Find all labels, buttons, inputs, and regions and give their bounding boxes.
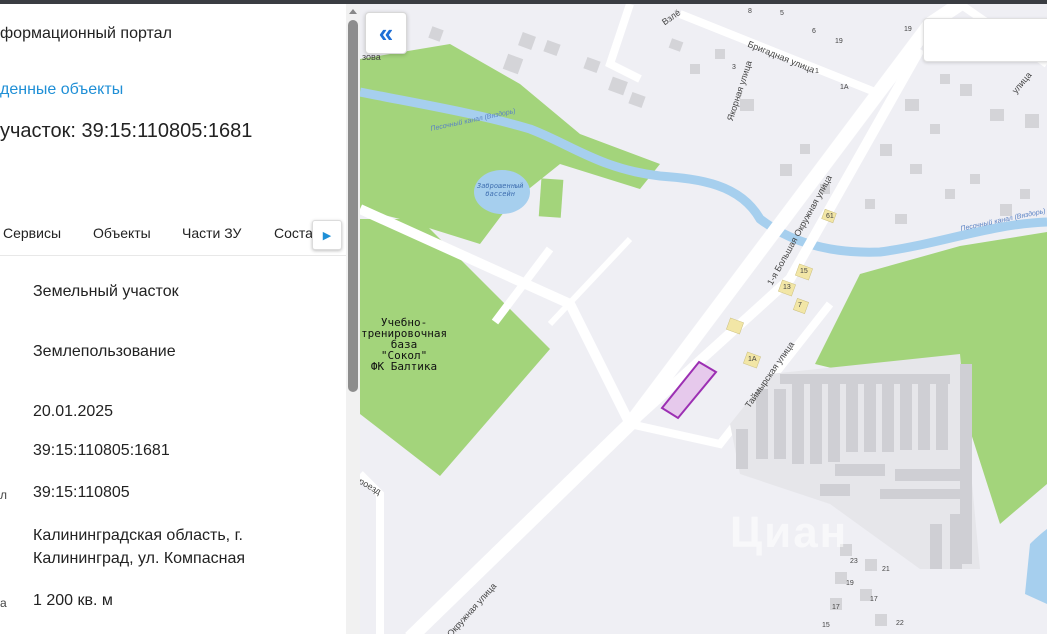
info-panel: формационный портал денные объекты участ… <box>0 4 360 634</box>
caret-right-icon: ▶ <box>322 229 332 242</box>
double-chevron-left-icon: « <box>378 17 394 48</box>
house-number: 13 <box>783 284 791 291</box>
tab-scroll-right-button[interactable]: ▶ <box>312 220 342 250</box>
detail-label-quarter: л <box>0 488 8 502</box>
house-number: 1А <box>840 84 849 91</box>
house-number: 17 <box>870 596 878 603</box>
scroll-up-arrow-icon[interactable] <box>349 9 357 14</box>
lake-right <box>1025 529 1047 604</box>
map-search-input[interactable] <box>932 19 1046 59</box>
house-number: 19 <box>835 38 843 45</box>
collapse-panel-button[interactable]: « <box>365 12 407 54</box>
house-number: 21 <box>882 566 890 573</box>
tab-bar: Сервисы Объекты Части ЗУ Соста ▶ <box>0 218 350 256</box>
road-short-1 <box>491 246 554 325</box>
house-number: 61 <box>826 213 834 220</box>
found-objects-link[interactable]: денные объекты <box>0 81 123 99</box>
panel-scrollbar-thumb[interactable] <box>348 20 358 392</box>
portal-title: формационный портал <box>0 25 172 42</box>
detail-label-area: а <box>0 596 7 610</box>
house-number: 23 <box>850 558 858 565</box>
pond-label: Заброшенный бассейн <box>477 182 524 198</box>
small-green-plot <box>538 178 564 218</box>
forest-area <box>360 44 660 244</box>
parcel-title: участок: 39:15:110805:1681 <box>0 120 253 142</box>
detail-value-cadastral-quarter: 39:15:110805 <box>33 484 130 501</box>
house-number: 5 <box>780 10 784 17</box>
road-north-1 <box>605 4 642 83</box>
map-canvas <box>360 4 1047 634</box>
house-number: 17 <box>832 604 840 611</box>
house-number: 1 <box>815 68 819 75</box>
tab-services[interactable]: Сервисы <box>3 225 61 241</box>
address-line-1: Калининградская область, г. <box>33 527 243 544</box>
house-number: 8 <box>748 8 752 15</box>
house-number: 22 <box>896 620 904 627</box>
cian-watermark: Циан <box>730 508 849 557</box>
detail-value-address: Калининградская область, г. Калининград,… <box>33 524 245 570</box>
road-short-2 <box>547 236 633 327</box>
tab-composition[interactable]: Соста <box>274 225 313 241</box>
house-number: 7 <box>798 302 802 309</box>
tab-objects[interactable]: Объекты <box>93 225 151 241</box>
detail-value-cadastral-number: 39:15:110805:1681 <box>33 442 170 459</box>
tab-parcel-parts[interactable]: Части ЗУ <box>182 225 241 241</box>
house-number: 15 <box>800 268 808 275</box>
road-left-bottom <box>360 471 384 634</box>
house-number: 15 <box>822 622 830 629</box>
map-view[interactable]: Учебно- тренировочная база "Сокол" ФК Ба… <box>360 4 1047 634</box>
house-number: 19 <box>846 580 854 587</box>
detail-value-subtype: Землепользование <box>33 343 176 360</box>
detail-value-date: 20.01.2025 <box>33 403 114 420</box>
house-number: 1А <box>748 356 757 363</box>
poi-sokol-label[interactable]: Учебно- тренировочная база "Сокол" ФК Ба… <box>361 317 447 372</box>
map-search-box[interactable] <box>923 18 1047 62</box>
house-number: 6 <box>812 28 816 35</box>
house-number: 3 <box>732 64 736 71</box>
address-line-2: Калининград, ул. Компасная <box>33 550 246 567</box>
detail-value-area: 1 200 кв. м <box>33 592 113 609</box>
detail-value-type: Земельный участок <box>33 283 179 300</box>
house-number: 19 <box>904 26 912 33</box>
